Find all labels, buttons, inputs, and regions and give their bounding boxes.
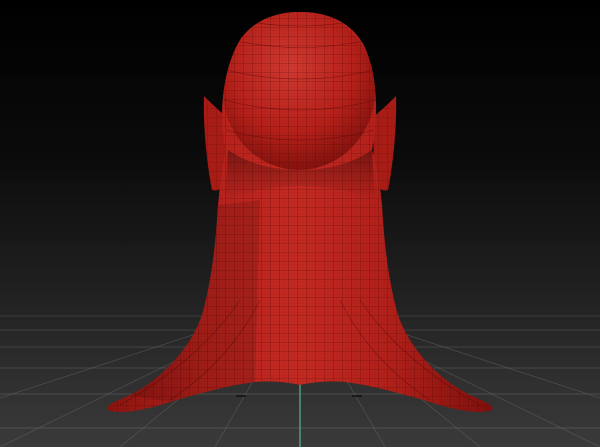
3d-viewport[interactable]: [0, 0, 600, 447]
viewport-canvas[interactable]: [0, 0, 600, 447]
